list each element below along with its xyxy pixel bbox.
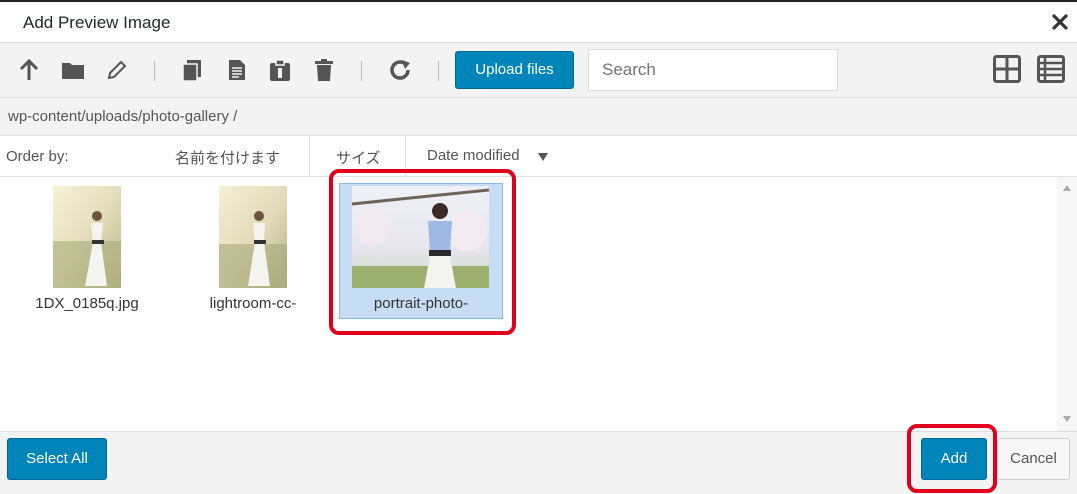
file-thumbnail (219, 186, 287, 288)
select-all-button[interactable]: Select All (7, 438, 107, 480)
file-toolbar: Upload files (0, 43, 1077, 98)
toolbar-separator (438, 61, 439, 81)
file-thumbnail (53, 186, 121, 288)
file-grid (0, 177, 1057, 431)
breadcrumb: wp-content/uploads/photo-gallery / (0, 98, 1077, 136)
file-name: 1DX_0185q.jpg (35, 295, 139, 312)
scroll-up-icon[interactable] (1063, 185, 1071, 191)
close-icon[interactable] (1049, 9, 1071, 35)
upload-files-button[interactable]: Upload files (455, 51, 574, 89)
add-button-highlight (907, 424, 997, 493)
sort-by-size[interactable]: サイズ (336, 147, 381, 168)
column-divider (309, 136, 310, 176)
document-icon[interactable] (225, 58, 249, 82)
search-input[interactable] (588, 49, 838, 91)
folder-icon[interactable] (61, 58, 85, 82)
order-by-label: Order by: (6, 148, 69, 165)
copy-icon[interactable] (180, 58, 204, 82)
scroll-down-icon[interactable] (1063, 416, 1071, 422)
dialog-titlebar: Add Preview Image (0, 2, 1077, 43)
scrollbar[interactable] (1057, 177, 1077, 431)
pencil-icon[interactable] (105, 58, 129, 82)
up-arrow-icon[interactable] (17, 58, 41, 82)
sort-by-date-modified[interactable]: Date modified (427, 147, 520, 164)
dialog-title: Add Preview Image (23, 13, 171, 32)
breadcrumb-path[interactable]: wp-content/uploads/photo-gallery / (8, 108, 237, 125)
list-view-icon[interactable] (1037, 55, 1065, 83)
sort-bar: Order by: 名前を付けます サイズ Date modified (0, 136, 1077, 177)
grid-view-icon[interactable] (993, 55, 1021, 83)
selection-highlight (329, 169, 516, 335)
trash-icon[interactable] (312, 58, 336, 82)
toolbar-separator (361, 61, 362, 81)
toolbar-separator (154, 61, 155, 81)
cancel-button[interactable]: Cancel (997, 438, 1070, 480)
refresh-icon[interactable] (388, 58, 412, 82)
chevron-down-icon[interactable] (538, 153, 548, 161)
file-name: lightroom-cc- (209, 295, 297, 312)
sort-by-name[interactable]: 名前を付けます (175, 147, 280, 168)
paste-icon[interactable] (268, 58, 292, 82)
